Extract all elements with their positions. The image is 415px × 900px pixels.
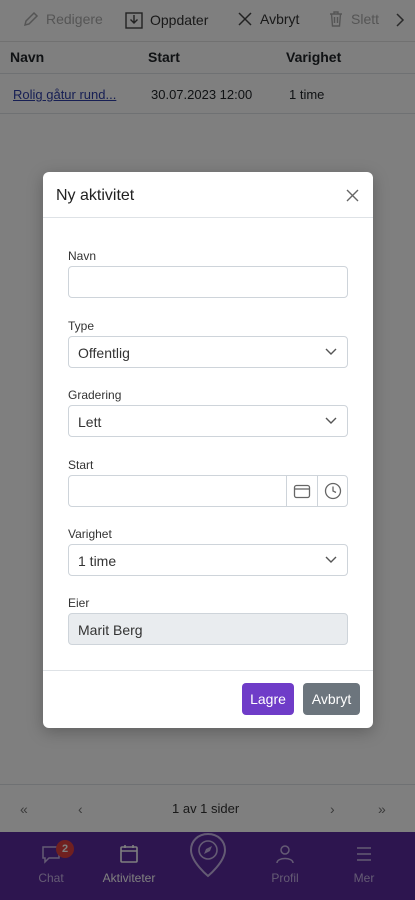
dialog-header: Ny aktivitet [43,172,373,218]
start-datetime-field[interactable] [68,475,348,507]
time-picker-button[interactable] [317,476,348,506]
type-value: Offentlig [78,345,130,361]
type-select[interactable]: Offentlig [68,336,348,368]
duration-label: Varighet [68,527,112,541]
duration-value: 1 time [78,553,117,569]
dialog-title: Ny aktivitet [56,187,135,204]
clock-icon [324,482,342,500]
duration-select[interactable]: 1 time [68,544,348,576]
dialog-close-button[interactable] [346,189,359,207]
start-input[interactable] [69,476,287,506]
grade-select[interactable]: Lett [68,405,348,437]
owner-label: Eier [68,596,90,610]
chevron-down-icon [325,417,337,424]
type-label: Type [68,319,95,333]
name-field[interactable] [68,266,348,298]
save-button[interactable]: Lagre [242,683,294,715]
chevron-down-icon [325,348,337,355]
grade-value: Lett [78,414,102,430]
new-activity-dialog: Ny aktivitet Navn Type Offentlig Graderi… [43,172,373,728]
close-icon [346,189,359,202]
dialog-footer: Lagre Avbryt [43,670,373,728]
cancel-button[interactable]: Avbryt [303,683,360,715]
date-picker-button[interactable] [286,476,317,506]
owner-value: Marit Berg [78,622,143,638]
start-label: Start [68,458,94,472]
grade-label: Gradering [68,388,122,402]
name-input[interactable] [69,267,347,297]
chevron-down-icon [325,556,337,563]
owner-field: Marit Berg [68,613,348,645]
calendar-icon [293,484,311,499]
name-label: Navn [68,249,97,263]
